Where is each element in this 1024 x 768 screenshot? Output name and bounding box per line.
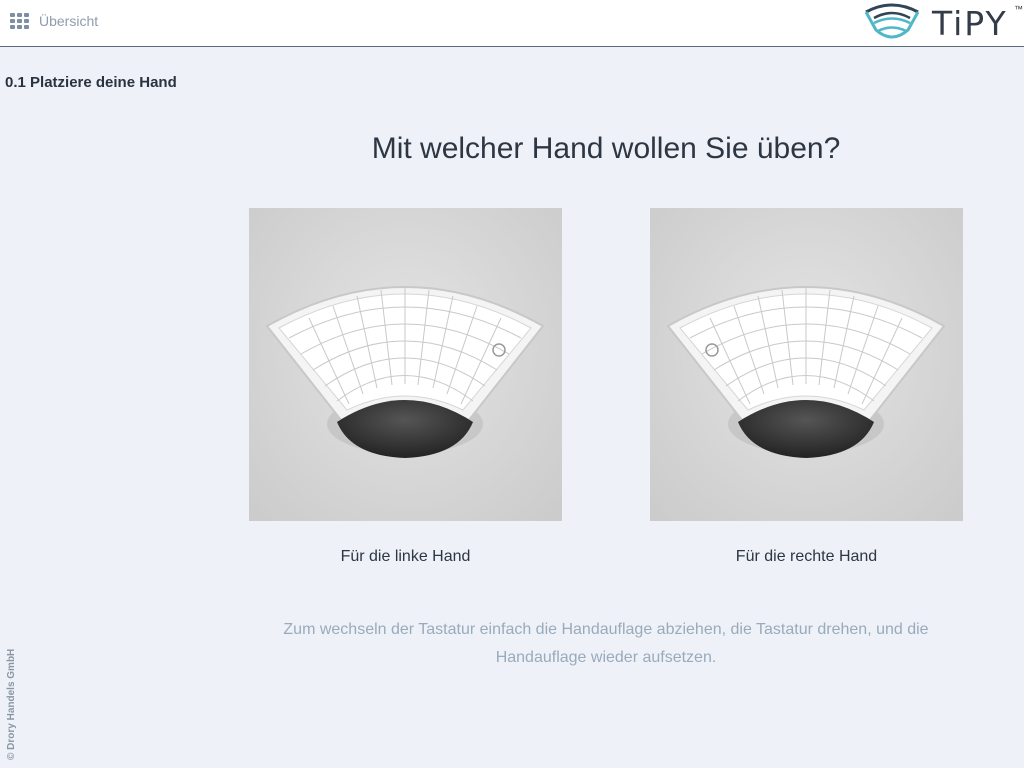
grid-icon	[10, 13, 30, 29]
right-hand-caption[interactable]: Für die rechte Hand	[650, 548, 963, 566]
overview-button[interactable]: Übersicht	[10, 11, 98, 31]
tipy-logo: TiPY ™	[862, 0, 1024, 47]
copyright-notice: © Drory Handels GmbH	[6, 648, 17, 760]
overview-label: Übersicht	[39, 13, 99, 29]
keyboard-image-right	[666, 286, 946, 458]
section-title: 0.1 Platziere deine Hand	[5, 74, 177, 91]
tipy-logo-icon	[864, 3, 920, 39]
logo-trademark: ™	[1014, 4, 1023, 14]
keyboard-image-left	[265, 286, 545, 458]
left-hand-caption[interactable]: Für die linke Hand	[249, 548, 562, 566]
page-question: Mit welcher Hand wollen Sie üben?	[371, 132, 841, 165]
right-hand-option[interactable]	[650, 208, 963, 521]
top-bar: Übersicht TiPY ™	[0, 0, 1024, 47]
logo-text: TiPY	[932, 4, 1008, 43]
left-hand-option[interactable]	[249, 208, 562, 521]
hint-text: Zum wechseln der Tastatur einfach die Ha…	[283, 621, 929, 666]
